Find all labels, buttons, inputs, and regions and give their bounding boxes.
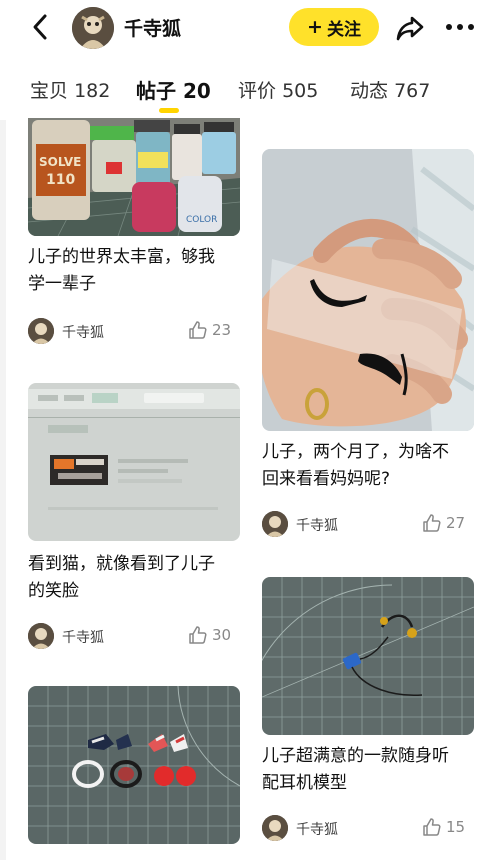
post-image[interactable]: SOLVE 110 COLOR	[28, 118, 240, 236]
post-title-line: 看到猫，就像看到了儿子	[28, 554, 215, 574]
post-card[interactable]: 儿子超满意的一款随身听 配耳机模型 千寺狐 15	[262, 577, 474, 847]
back-button[interactable]	[28, 12, 54, 42]
tab-label: 帖子	[136, 79, 176, 103]
tab-count: 767	[394, 80, 431, 102]
post-card[interactable]	[28, 686, 240, 860]
author-name[interactable]: 千寺狐	[296, 819, 338, 839]
tab-activity[interactable]: 动态 767	[350, 76, 430, 103]
author-name[interactable]: 千寺狐	[296, 515, 338, 535]
author-name[interactable]: 千寺狐	[62, 322, 104, 342]
author-avatar[interactable]	[28, 623, 54, 649]
author-avatar[interactable]	[28, 318, 54, 344]
post-title[interactable]: 儿子超满意的一款随身听 配耳机模型	[262, 743, 474, 797]
tab-label: 评价	[238, 80, 277, 102]
post-title-line: 儿子超满意的一款随身听	[262, 746, 449, 766]
tab-count: 20	[182, 79, 211, 103]
post-title-line: 的笑脸	[28, 581, 79, 601]
plus-icon: +	[307, 16, 323, 38]
svg-text:SOLVE: SOLVE	[39, 155, 81, 169]
author-avatar[interactable]	[262, 511, 288, 537]
thumbs-up-icon[interactable]	[188, 625, 208, 645]
post-title[interactable]: 儿子的世界太丰富，够我 学一辈子	[28, 244, 240, 298]
share-button[interactable]	[395, 14, 425, 42]
post-title-line: 学一辈子	[28, 274, 96, 294]
tab-count: 182	[74, 80, 111, 102]
post-card[interactable]: SOLVE 110 COLOR 儿子的世界太丰富，够我 学一辈子 千寺狐 23	[28, 118, 240, 358]
tab-posts[interactable]: 帖子 20	[136, 75, 211, 104]
like-count: 27	[446, 514, 466, 532]
post-title-line: 儿子，两个月了，为啥不	[262, 442, 449, 462]
svg-text:COLOR: COLOR	[186, 215, 217, 225]
more-dot	[468, 24, 474, 30]
tab-reviews[interactable]: 评价 505	[238, 76, 318, 103]
avatar[interactable]	[72, 7, 114, 49]
follow-label: 关注	[326, 19, 361, 40]
post-image[interactable]	[262, 577, 474, 735]
more-button[interactable]	[446, 16, 476, 38]
tab-items[interactable]: 宝贝 182	[30, 76, 110, 103]
more-dots-icon	[446, 24, 452, 30]
svg-text:110: 110	[46, 172, 75, 188]
post-title-line: 配耳机模型	[262, 773, 347, 793]
left-edge-divider	[0, 120, 6, 860]
post-card[interactable]: 儿子，两个月了，为啥不 回来看看妈妈呢? 千寺狐 27	[262, 149, 474, 539]
post-card[interactable]: 看到猫，就像看到了儿子 的笑脸 千寺狐 30	[28, 383, 240, 653]
post-title[interactable]: 儿子，两个月了，为啥不 回来看看妈妈呢?	[262, 439, 474, 493]
post-image[interactable]	[28, 383, 240, 541]
like-count: 15	[446, 818, 466, 836]
post-title-line: 儿子的世界太丰富，够我	[28, 247, 215, 267]
active-tab-indicator	[159, 108, 179, 113]
tab-count: 505	[282, 80, 319, 102]
post-image[interactable]	[262, 149, 474, 431]
tab-label: 动态	[350, 80, 389, 102]
thumbs-up-icon[interactable]	[422, 817, 442, 837]
profile-username: 千寺狐	[124, 18, 182, 40]
like-count: 23	[212, 321, 232, 339]
thumbs-up-icon[interactable]	[188, 320, 208, 340]
profile-tabs: 宝贝 182 帖子 20 评价 505 动态 767	[0, 70, 494, 113]
author-name[interactable]: 千寺狐	[62, 627, 104, 647]
post-title-line: 回来看看妈妈呢?	[262, 469, 391, 489]
follow-button[interactable]: + 关注	[289, 8, 379, 46]
post-image[interactable]	[28, 686, 240, 844]
more-dot	[457, 24, 463, 30]
like-count: 30	[212, 626, 232, 644]
post-title[interactable]: 看到猫，就像看到了儿子 的笑脸	[28, 551, 240, 605]
tab-label: 宝贝	[30, 80, 69, 102]
back-arrow-icon	[33, 14, 47, 40]
thumbs-up-icon[interactable]	[422, 513, 442, 533]
profile-header: 千寺狐 + 关注	[0, 0, 494, 56]
share-icon	[396, 16, 424, 41]
author-avatar[interactable]	[262, 815, 288, 841]
